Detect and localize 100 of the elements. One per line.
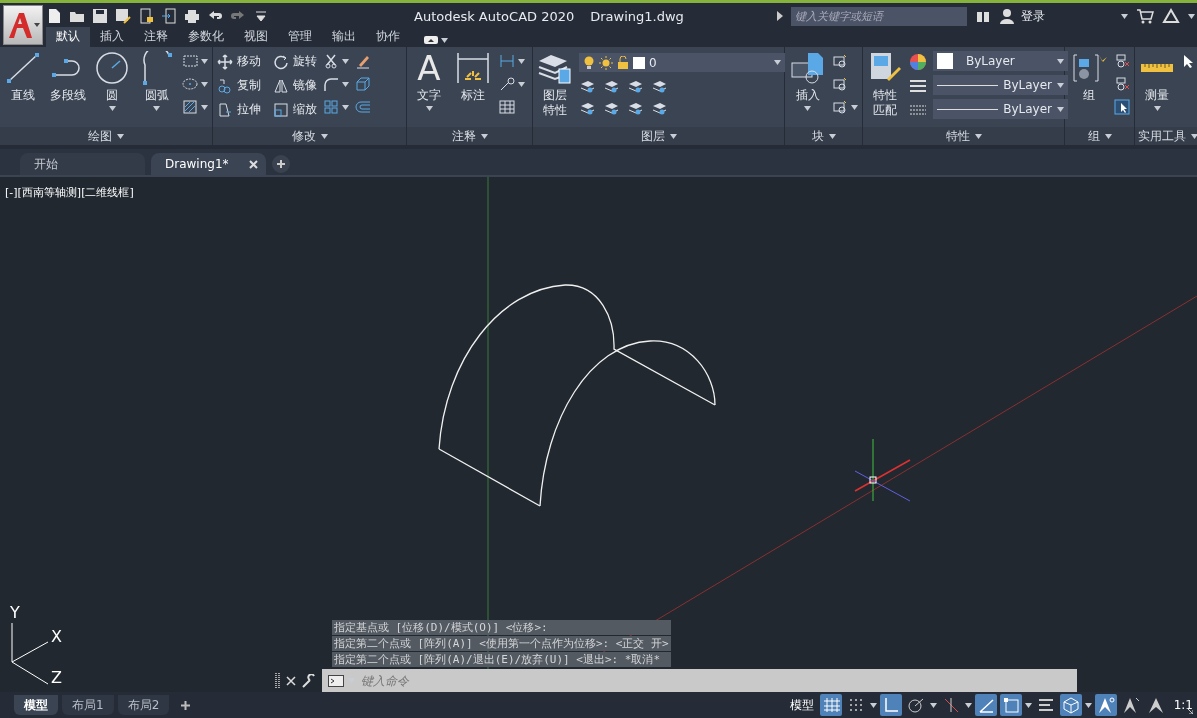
close-icon[interactable] — [249, 159, 258, 169]
array-icon[interactable] — [323, 99, 339, 115]
caret-icon[interactable] — [929, 702, 937, 708]
command-input[interactable]: 键入命令 — [359, 672, 1071, 689]
ribbon-tool-button[interactable]: A 文字 — [411, 51, 447, 111]
expand-arrow-icon[interactable] — [777, 11, 783, 21]
property-dropdown[interactable]: ByLayer — [933, 99, 1068, 119]
hatch-icon[interactable] — [182, 99, 198, 115]
layout-tab[interactable]: 布局1 — [62, 695, 114, 715]
panel-title[interactable]: 特性 — [863, 127, 1064, 145]
ribbon-tab[interactable]: 输出 — [322, 27, 366, 47]
layout-tab[interactable]: 布局2 — [117, 695, 170, 715]
ungroup-icon[interactable] — [1114, 53, 1130, 69]
new-file-icon[interactable] — [46, 8, 62, 24]
save-icon[interactable] — [92, 8, 108, 24]
caret-icon[interactable] — [342, 58, 349, 64]
status-toggle[interactable] — [1094, 694, 1117, 716]
search-field[interactable]: 键入关键字或短语 — [791, 6, 967, 26]
status-toggle[interactable] — [999, 694, 1022, 716]
layer-icon[interactable] — [627, 78, 643, 94]
ribbon-tab[interactable]: 管理 — [278, 27, 322, 47]
wrench-icon[interactable] — [302, 673, 316, 688]
color-wheel-icon[interactable] — [909, 53, 927, 71]
fillet-icon[interactable] — [323, 76, 339, 92]
status-toggle[interactable] — [879, 694, 902, 716]
ribbon-tool-button[interactable]: 移动 — [217, 53, 261, 70]
terminal-icon[interactable] — [328, 674, 344, 687]
ellipse-icon[interactable] — [182, 76, 198, 92]
panel-title[interactable]: 图层 — [533, 127, 784, 145]
block-icon[interactable] — [832, 53, 848, 69]
select-icon[interactable] — [1114, 99, 1130, 115]
ribbon-tool-button[interactable]: 测量 — [1139, 51, 1175, 111]
ribbon-tool-button[interactable]: 旋转 — [273, 53, 317, 70]
ribbon-tool-button[interactable]: 插入 — [789, 51, 826, 111]
annotation-scale[interactable]: 1:1 — [1173, 698, 1193, 712]
document-tab[interactable]: Drawing1* — [151, 153, 266, 175]
panel-title[interactable]: 注释 — [407, 127, 532, 145]
ribbon-tab[interactable]: 插入 — [90, 27, 134, 47]
layout-tab[interactable]: 模型 — [14, 695, 58, 715]
layer-icon[interactable] — [651, 100, 667, 116]
customize-icon[interactable] — [253, 8, 269, 24]
status-toggle[interactable] — [819, 694, 842, 716]
sign-in-button[interactable]: 登录 — [1021, 7, 1045, 25]
phone-icon[interactable] — [138, 8, 154, 24]
ribbon-tool-button[interactable]: 圆弧 — [137, 51, 176, 111]
caret-icon[interactable] — [1121, 13, 1128, 19]
layer-icon[interactable] — [651, 78, 667, 94]
caret-icon[interactable] — [342, 81, 349, 87]
ribbon-tool-button[interactable]: 图层 特性 — [537, 51, 573, 118]
ribbon-tool-button[interactable]: 标注 — [453, 51, 493, 103]
offset-icon[interactable] — [355, 99, 371, 115]
close-icon[interactable] — [286, 675, 296, 686]
ribbon-tool-button[interactable]: 组 — [1069, 51, 1108, 103]
ribbon-tool-button[interactable]: 直线 — [4, 51, 43, 103]
property-dropdown[interactable]: ByLayer — [933, 75, 1068, 95]
lineweight-icon[interactable] — [909, 77, 927, 95]
caret-icon[interactable] — [851, 104, 858, 110]
caret-icon[interactable] — [518, 58, 525, 64]
viewport-label[interactable]: [-][西南等轴测][二维线框] — [5, 185, 134, 200]
box-icon[interactable] — [355, 76, 371, 92]
rectangle-icon[interactable] — [182, 53, 198, 69]
caret-icon[interactable] — [964, 702, 972, 708]
new-tab-button[interactable] — [272, 155, 290, 173]
ribbon-tool-button[interactable]: 圆 — [93, 51, 132, 111]
caret-icon[interactable] — [441, 37, 448, 43]
caret-icon[interactable] — [201, 81, 208, 87]
eraser-icon[interactable] — [355, 53, 371, 69]
ribbon-tool-button[interactable]: 复制 — [217, 77, 261, 94]
document-tab[interactable]: 开始 — [20, 153, 145, 175]
caret-icon[interactable] — [1024, 702, 1032, 708]
layer-dropdown[interactable]: 0 — [579, 53, 785, 72]
application-menu-button[interactable] — [3, 5, 43, 45]
ribbon-tab[interactable]: 默认 — [46, 27, 90, 47]
block-icon[interactable] — [832, 76, 848, 92]
panel-title[interactable]: 组 — [1065, 127, 1134, 145]
ribbon-tab[interactable]: 视图 — [234, 27, 278, 47]
caret-icon[interactable] — [342, 104, 349, 110]
property-dropdown[interactable]: ByLayer — [933, 51, 1068, 71]
status-toggle[interactable] — [1059, 694, 1082, 716]
cart-icon[interactable] — [1136, 8, 1154, 24]
panel-title[interactable]: 修改 — [213, 127, 406, 145]
ribbon-tool-button[interactable]: 镜像 — [273, 77, 317, 94]
caret-icon[interactable] — [518, 81, 525, 87]
ribbon-tool-button[interactable]: 多段线 — [48, 51, 87, 103]
panel-title[interactable]: 绘图 — [0, 127, 212, 145]
dialog-launcher-icon[interactable] — [1187, 708, 1193, 714]
ribbon-tab[interactable]: 参数化 — [178, 27, 234, 47]
layer-icon[interactable] — [627, 100, 643, 116]
caret-icon[interactable] — [1188, 13, 1195, 19]
panel-title[interactable]: 块 — [785, 127, 862, 145]
table-icon[interactable] — [499, 99, 515, 115]
layer-icon[interactable] — [603, 78, 619, 94]
caret-icon[interactable] — [869, 702, 877, 708]
ribbon-tool-button[interactable]: 特性 匹配 — [867, 51, 903, 118]
panel-title[interactable]: 实用工具 — [1135, 127, 1197, 145]
command-line-field[interactable]: 键入命令 — [322, 669, 1077, 692]
trim-icon[interactable] — [323, 53, 339, 69]
layer-icon[interactable] — [603, 100, 619, 116]
ribbon-tool-button[interactable]: 缩放 — [273, 101, 317, 118]
layer-icon[interactable] — [579, 78, 595, 94]
